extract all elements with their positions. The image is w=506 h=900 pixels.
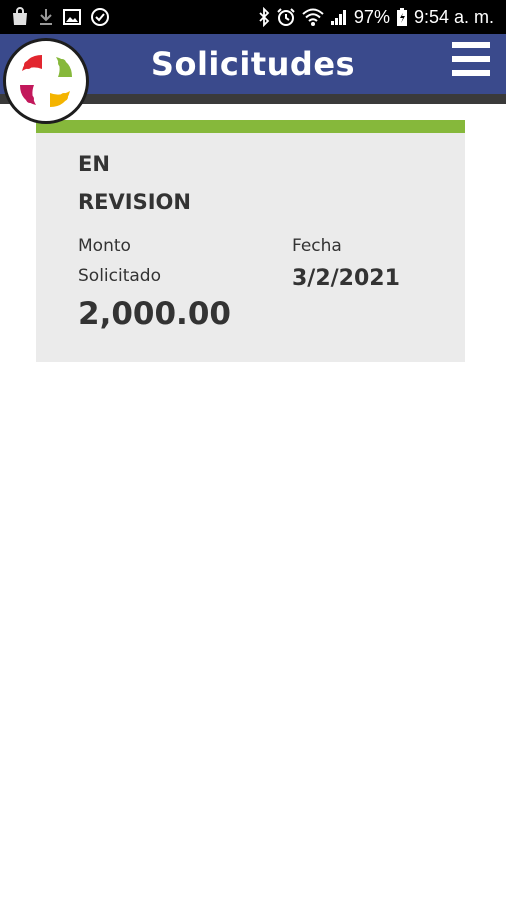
clock: 9:54 a. m. [413,6,494,27]
shopping-bag-icon [10,7,30,27]
hamburger-menu-icon[interactable] [452,40,490,78]
download-icon [38,7,54,27]
alarm-icon [276,7,296,27]
status-text-line-1: EN [78,152,110,176]
battery-percent: 97% [353,6,390,27]
status-bar: 97% 9:54 a. m. [0,0,506,34]
request-card[interactable]: EN REVISION Monto Solicitado 2,000.00 Fe… [36,120,465,362]
wifi-icon [302,7,324,27]
status-bar-left [10,7,110,27]
check-circle-icon [90,7,110,27]
bluetooth-icon [258,7,270,27]
amount-label-line-2: Solicitado [78,266,161,286]
status-text-line-2: REVISION [78,190,191,214]
signal-icon [330,8,348,26]
amount-label-line-1: Monto [78,236,131,256]
card-accent-bar [36,120,465,133]
app-logo-icon[interactable] [3,38,89,124]
battery-charging-icon [396,7,408,27]
date-label: Fecha [292,236,342,256]
image-icon [62,7,82,27]
date-value: 3/2/2021 [292,266,400,291]
amount-value: 2,000.00 [78,296,231,332]
status-bar-right: 97% 9:54 a. m. [258,5,494,29]
